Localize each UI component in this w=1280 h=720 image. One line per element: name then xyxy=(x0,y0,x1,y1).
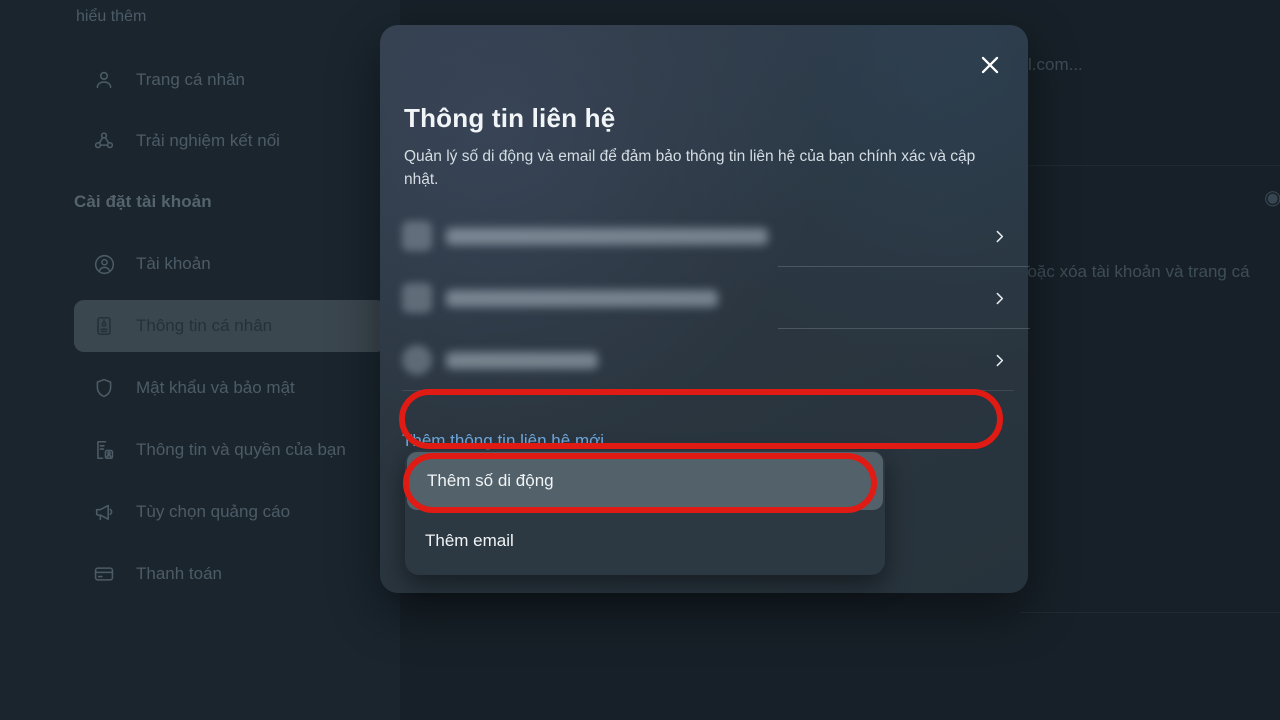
page-title: Thông tin liên hệ xyxy=(404,103,616,133)
redacted-email-value xyxy=(446,289,718,307)
contact-list xyxy=(394,205,1030,391)
list-item[interactable] xyxy=(394,205,1030,267)
app-root: hiểu thêm Trang cá nhân Trải nghiệm kết … xyxy=(0,0,1280,720)
chevron-right-icon xyxy=(991,228,1008,245)
close-icon[interactable] xyxy=(968,43,1012,87)
email-avatar-icon xyxy=(402,221,432,251)
dropdown-item-add-mobile[interactable]: Thêm số di động xyxy=(407,452,883,510)
chevron-right-icon xyxy=(991,352,1008,369)
add-new-contact-link[interactable]: Thêm thông tin liên hệ mới xyxy=(402,431,604,451)
phone-avatar-icon xyxy=(402,345,432,375)
email-avatar-icon xyxy=(402,283,432,313)
redacted-phone-value xyxy=(446,351,598,369)
list-item[interactable] xyxy=(394,329,1022,391)
add-contact-dropdown: Thêm số di động Thêm email xyxy=(405,450,885,575)
chevron-right-icon xyxy=(991,290,1008,307)
row-divider xyxy=(402,390,1014,391)
dropdown-item-add-email[interactable]: Thêm email xyxy=(405,510,885,572)
modal-subtitle: Quản lý số di động và email để đảm bảo t… xyxy=(404,148,976,188)
redacted-email-value xyxy=(446,227,768,245)
list-item[interactable] xyxy=(394,267,1030,329)
